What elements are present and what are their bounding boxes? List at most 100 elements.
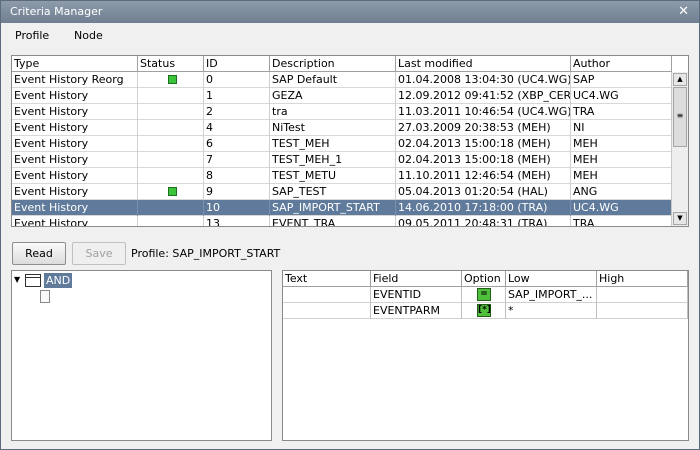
cell-low: SAP_IMPORT_... xyxy=(506,287,597,303)
cell-last-modified: 11.03.2011 10:46:54 (UC4.WG) xyxy=(398,104,571,120)
cell-type: Event History xyxy=(12,216,138,226)
cell-type: Event History xyxy=(12,136,138,152)
scroll-thumb[interactable]: ≡ xyxy=(673,87,687,147)
column-header-description[interactable]: Description xyxy=(270,56,396,72)
table-row[interactable]: Event History 7 TEST_MEH_1 02.04.2013 15:00… xyxy=(12,152,672,168)
save-button[interactable]: Save xyxy=(72,242,126,265)
menu-node[interactable]: Node xyxy=(74,29,103,42)
table-row[interactable]: Event History 9 SAP_TEST 05.04.2013 01:20:5… xyxy=(12,184,672,200)
cell-status xyxy=(138,216,204,226)
table-row[interactable]: Event History 8 TEST_METU 11.10.2011 12:46:… xyxy=(12,168,672,184)
column-header-low[interactable]: Low xyxy=(506,271,597,287)
criteria-grid: Text Field Option Low High EVENTID = SAP_I… xyxy=(282,270,689,441)
profiles-table: Type Status ID Description Last modified… xyxy=(11,55,689,227)
cell-type: Event History xyxy=(12,88,138,104)
table-row[interactable]: Event History 6 TEST_MEH 02.04.2013 15:00:1… xyxy=(12,136,672,152)
cell-last-modified: 09.05.2011 20:48:31 (TRA) xyxy=(396,216,571,226)
cell-status xyxy=(138,168,204,184)
criteria-manager-window: Criteria Manager ✕ Profile Node Type Sta… xyxy=(0,0,700,450)
cell-description: GEZA xyxy=(270,88,396,104)
criteria-header: Text Field Option Low High xyxy=(283,271,688,287)
cell-description: EVENT_TRA xyxy=(270,216,396,226)
cell-author: MEH xyxy=(571,136,672,152)
cell-last-modified: 02.04.2013 15:00:18 (MEH) xyxy=(396,152,571,168)
status-green-icon xyxy=(168,75,177,84)
cell-type: Event History xyxy=(12,152,138,168)
read-button[interactable]: Read xyxy=(12,242,66,265)
cell-author: MEH xyxy=(571,152,672,168)
cell-description: tra xyxy=(270,104,396,120)
column-header-option[interactable]: Option xyxy=(462,271,506,287)
cell-status xyxy=(138,184,204,200)
cell-last-modified: 27.03.2009 20:38:53 (MEH) xyxy=(396,120,571,136)
criteria-body: EVENTID = SAP_IMPORT_... EVENTPARM [*] * xyxy=(283,287,688,319)
cell-description: NiTest xyxy=(270,120,396,136)
cell-description: TEST_MEH_1 xyxy=(270,152,396,168)
cell-id: 10 xyxy=(204,200,270,216)
table-row[interactable]: Event History 1 GEZA 12.09.2012 09:41:52 (X… xyxy=(12,88,672,104)
cell-status xyxy=(138,120,204,136)
cell-status xyxy=(138,104,204,120)
equals-icon[interactable]: = xyxy=(477,288,491,301)
document-icon[interactable] xyxy=(40,290,50,303)
column-header-id[interactable]: ID xyxy=(204,56,270,72)
cell-status xyxy=(138,152,204,168)
menu-bar: Profile Node xyxy=(1,23,699,49)
criteria-tree: ▼ AND xyxy=(11,270,272,441)
scroll-down-icon[interactable]: ▼ xyxy=(673,212,687,225)
profile-label: Profile: SAP_IMPORT_START xyxy=(131,247,281,260)
table-icon xyxy=(25,274,41,287)
cell-last-modified: 11.10.2011 12:46:54 (MEH) xyxy=(396,168,571,184)
cell-status xyxy=(138,200,204,216)
cell-type: Event History xyxy=(12,120,138,136)
cell-id: 7 xyxy=(204,152,270,168)
menu-profile[interactable]: Profile xyxy=(15,29,49,42)
cell-text xyxy=(283,303,371,319)
table-body: Event History Reorg 0 SAP Default 01.04.200… xyxy=(12,72,672,226)
cell-option[interactable]: [*] xyxy=(462,303,506,319)
table-row[interactable]: Event History 13 EVENT_TRA 09.05.2011 20:48… xyxy=(12,216,672,226)
close-icon[interactable]: ✕ xyxy=(678,4,689,19)
criteria-row[interactable]: EVENTID = SAP_IMPORT_... xyxy=(283,287,688,303)
column-header-high[interactable]: High xyxy=(597,271,688,287)
criteria-row[interactable]: EVENTPARM [*] * xyxy=(283,303,688,319)
cell-description: SAP Default xyxy=(270,72,396,88)
cell-id: 6 xyxy=(204,136,270,152)
cell-status xyxy=(138,88,204,104)
scroll-up-icon[interactable]: ▲ xyxy=(673,73,687,86)
column-header-type[interactable]: Type xyxy=(12,56,138,72)
table-row[interactable]: Event History 2 tra 11.03.2011 10:46:54 (UC… xyxy=(12,104,672,120)
cell-author: UC4.WG xyxy=(571,200,672,216)
cell-status xyxy=(138,136,204,152)
cell-option[interactable]: = xyxy=(462,287,506,303)
column-header-last-modified[interactable]: Last modified xyxy=(396,56,571,72)
cell-last-modified: 05.04.2013 01:20:54 (HAL) xyxy=(396,184,571,200)
table-header: Type Status ID Description Last modified… xyxy=(12,56,672,72)
pattern-icon[interactable]: [*] xyxy=(477,304,491,317)
table-scrollbar[interactable]: ▲ ≡ ▼ xyxy=(671,72,688,226)
cell-text xyxy=(283,287,371,303)
cell-field: EVENTID xyxy=(371,287,462,303)
column-header-author[interactable]: Author xyxy=(571,56,672,72)
window-title: Criteria Manager xyxy=(10,5,103,18)
cell-status xyxy=(138,72,204,88)
table-row[interactable]: Event History 10 SAP_IMPORT_START 14.06.201… xyxy=(12,200,672,216)
column-header-text[interactable]: Text xyxy=(283,271,371,287)
tree-node-and[interactable]: AND xyxy=(44,273,73,288)
table-row[interactable]: Event History 4 NiTest 27.03.2009 20:38:53 … xyxy=(12,120,672,136)
expand-arrow-icon[interactable]: ▼ xyxy=(14,275,20,284)
cell-type: Event History xyxy=(12,104,138,120)
cell-high xyxy=(597,303,688,319)
cell-high xyxy=(597,287,688,303)
table-row[interactable]: Event History Reorg 0 SAP Default 01.04.200… xyxy=(12,72,672,88)
column-header-field[interactable]: Field xyxy=(371,271,462,287)
cell-author: ANG xyxy=(571,184,672,200)
title-bar[interactable]: Criteria Manager ✕ xyxy=(1,1,699,23)
cell-id: 9 xyxy=(204,184,270,200)
cell-type: Event History Reorg xyxy=(12,72,138,88)
column-header-status[interactable]: Status xyxy=(138,56,204,72)
cell-description: TEST_MEH xyxy=(270,136,396,152)
cell-id: 2 xyxy=(204,104,270,120)
cell-low: * xyxy=(506,303,597,319)
cell-type: Event History xyxy=(12,168,138,184)
